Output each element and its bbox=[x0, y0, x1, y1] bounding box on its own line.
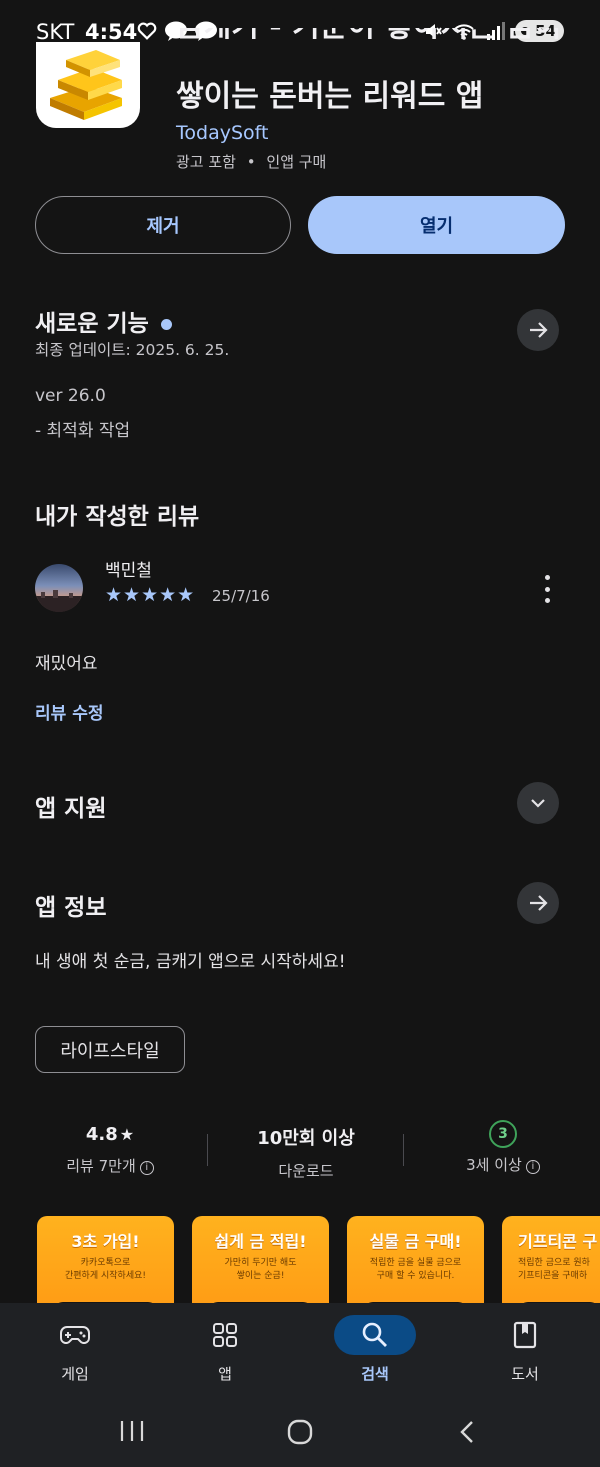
screenshot-headline: 쉽게 금 적립! bbox=[214, 1232, 307, 1251]
whats-new-arrow-button[interactable] bbox=[517, 309, 559, 351]
category-chip[interactable]: 라이프스타일 bbox=[35, 1026, 185, 1073]
info-icon: i bbox=[525, 1159, 540, 1174]
nav-books[interactable]: 도서 bbox=[450, 1303, 600, 1393]
age-rating-stat[interactable]: 3 3세 이상 i bbox=[433, 1120, 573, 1175]
age-rating-badge: 3 bbox=[489, 1120, 517, 1148]
nav-search-label: 검색 bbox=[361, 1365, 389, 1383]
app-info-title[interactable]: 앱 정보 bbox=[35, 888, 107, 922]
downloads-value: 10만회 이상 bbox=[257, 1128, 355, 1149]
review-count: 리뷰 7만개 i bbox=[40, 1155, 180, 1176]
stat-divider bbox=[403, 1134, 404, 1166]
screenshot-caption: 카카오톡으로 간편하게 시작하세요! bbox=[65, 1258, 146, 1281]
app-title-line1: 금캐기 - 기분이 좋아지는 금이 bbox=[176, 28, 561, 50]
nav-books-icon-wrap bbox=[484, 1315, 566, 1355]
release-note: - 최적화 작업 bbox=[35, 421, 131, 441]
info-icon: i bbox=[139, 1160, 154, 1175]
review-author: 백민철 bbox=[105, 561, 152, 581]
screenshot-caption: 적립한 금을 실물 금으로 구매 할 수 있습니다. bbox=[369, 1258, 462, 1281]
search-icon bbox=[362, 1322, 387, 1347]
developer-link[interactable]: TodaySoft bbox=[176, 122, 268, 144]
app-title-line2: 쌓이는 돈버는 리워드 앱 bbox=[176, 79, 484, 114]
system-navigation-bar bbox=[0, 1393, 600, 1467]
stat-divider bbox=[207, 1134, 208, 1166]
review-text: 재밌어요 bbox=[35, 654, 98, 674]
nav-games[interactable]: 게임 bbox=[0, 1303, 150, 1393]
arrow-right-icon bbox=[530, 322, 548, 338]
downloads-stat: 10만회 이상 다운로드 bbox=[236, 1124, 376, 1181]
home-icon[interactable] bbox=[286, 1418, 314, 1446]
screenshot-headline: 3초 가입! bbox=[71, 1232, 140, 1251]
nav-apps-icon-wrap bbox=[184, 1315, 266, 1355]
age-rating-label: 3세 이상 i bbox=[433, 1154, 573, 1175]
nav-games-label: 게임 bbox=[61, 1365, 89, 1383]
downloads-label: 다운로드 bbox=[278, 1162, 334, 1180]
apps-grid-icon bbox=[213, 1323, 237, 1347]
avatar-photo bbox=[35, 590, 83, 612]
screenshot-card[interactable]: 쉽게 금 적립! 가만히 두기만 해도 쌓이는 순금! bbox=[192, 1216, 329, 1316]
status-time: SKT 4:54 bbox=[36, 20, 138, 44]
nav-books-label: 도서 bbox=[511, 1365, 539, 1383]
new-indicator-dot bbox=[160, 319, 172, 330]
star-icon: ★ bbox=[119, 1125, 135, 1144]
back-icon[interactable] bbox=[456, 1419, 480, 1445]
rating-value: 4.8 ★ bbox=[85, 1124, 135, 1145]
nav-games-icon-wrap bbox=[34, 1315, 116, 1355]
nav-search[interactable]: 검색 bbox=[300, 1303, 450, 1393]
meta-iap: 인앱 구매 bbox=[266, 153, 327, 171]
meta-separator: • bbox=[246, 153, 256, 171]
app-support-title[interactable]: 앱 지원 bbox=[35, 789, 107, 823]
version-text: ver 26.0 bbox=[35, 386, 106, 406]
review-stars: ★★★★★ bbox=[105, 584, 196, 606]
review-date: 25/7/16 bbox=[212, 587, 270, 605]
book-icon bbox=[513, 1321, 537, 1349]
nav-apps[interactable]: 앱 bbox=[150, 1303, 300, 1393]
chevron-down-icon bbox=[531, 799, 545, 808]
whats-new-title-text: 새로운 기능 bbox=[35, 311, 149, 337]
screenshot-caption: 가만히 두기만 해도 쌓이는 순금! bbox=[224, 1258, 297, 1281]
remove-button[interactable]: 제거 bbox=[35, 196, 291, 254]
bottom-navigation: 게임 앱 검색 도서 bbox=[0, 1303, 600, 1393]
app-info-arrow-button[interactable] bbox=[517, 882, 559, 924]
arrow-right-icon bbox=[530, 895, 548, 911]
screenshot-caption: 적립한 금으로 원하 기프티콘을 구매하 bbox=[518, 1258, 590, 1281]
app-description: 내 생애 첫 순금, 금캐기 앱으로 시작하세요! bbox=[35, 952, 346, 972]
gamepad-icon bbox=[60, 1326, 90, 1344]
screenshot-headline: 기프티콘 구 bbox=[518, 1232, 598, 1251]
open-button[interactable]: 열기 bbox=[308, 196, 565, 254]
nav-search-active-pill bbox=[334, 1315, 416, 1355]
screenshot-card[interactable]: 3초 가입! 카카오톡으로 간편하게 시작하세요! bbox=[37, 1216, 174, 1316]
heart-outline-icon bbox=[137, 22, 157, 40]
app-icon bbox=[36, 42, 140, 128]
screenshot-card[interactable]: 기프티콘 구 적립한 금으로 원하 기프티콘을 구매하 bbox=[502, 1216, 600, 1316]
screenshot-card[interactable]: 실물 금 구매! 적립한 금을 실물 금으로 구매 할 수 있습니다. bbox=[347, 1216, 484, 1316]
screenshot-headline: 실물 금 구매! bbox=[369, 1232, 462, 1251]
my-review-title: 내가 작성한 리뷰 bbox=[35, 504, 200, 530]
last-updated: 최종 업데이트: 2025. 6. 25. bbox=[35, 341, 230, 359]
recent-apps-icon[interactable] bbox=[118, 1419, 146, 1443]
whats-new-title[interactable]: 새로운 기능 bbox=[35, 304, 172, 338]
gold-bars-icon bbox=[50, 50, 122, 120]
app-meta: 광고 포함 • 인앱 구매 bbox=[176, 151, 326, 172]
review-more-options-icon[interactable] bbox=[541, 575, 553, 603]
rating-stat[interactable]: 4.8 ★ 리뷰 7만개 i bbox=[40, 1124, 180, 1176]
meta-ads: 광고 포함 bbox=[176, 153, 236, 171]
avatar bbox=[35, 564, 83, 612]
app-support-expand-button[interactable] bbox=[517, 782, 559, 824]
nav-apps-label: 앱 bbox=[218, 1365, 232, 1383]
edit-review-link[interactable]: 리뷰 수정 bbox=[35, 699, 103, 724]
